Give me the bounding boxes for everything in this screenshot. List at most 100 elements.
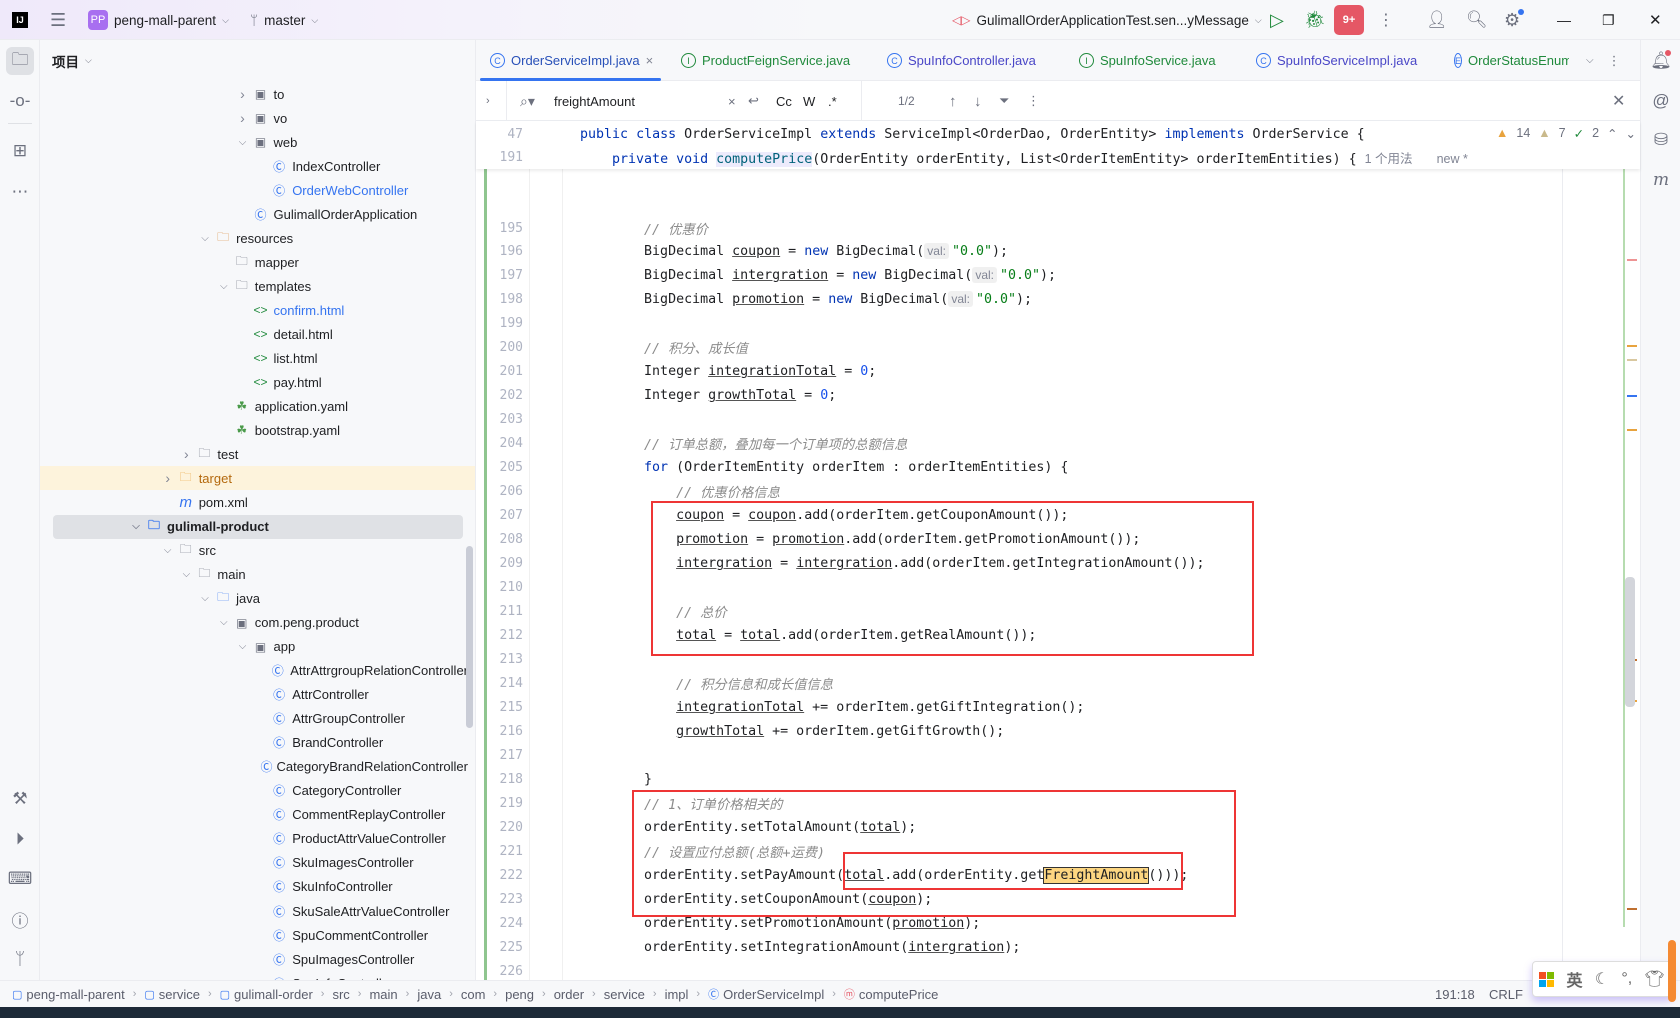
project-tool-button[interactable]: 🗀 [6, 47, 34, 75]
tree-item[interactable]: ⌵ 🗀 templates [40, 274, 468, 298]
ai-assistant-button[interactable]: @ [1647, 87, 1675, 115]
previous-match-button[interactable]: ↑ [949, 81, 957, 121]
ime-language-mode[interactable]: 英 [1566, 967, 1582, 991]
tree-item[interactable]: › ▣ vo [40, 106, 468, 130]
ime-toolbar[interactable]: 英 ☾ °, 👕︎ [1532, 961, 1672, 997]
tree-item[interactable]: ⌵ 🗀 main [40, 563, 468, 587]
tab-productfeignservice-java[interactable]: I ProductFeignService.java [681, 40, 850, 81]
tree-item[interactable]: Ⓒ IndexController [40, 154, 468, 178]
main-menu-button[interactable]: ☰ [50, 0, 66, 40]
close-tab-icon[interactable]: × [646, 53, 654, 68]
moon-icon[interactable]: ☾ [1595, 969, 1609, 989]
expand-replace-button[interactable]: › [486, 81, 490, 121]
chevron-down-icon[interactable]: ⌵ [196, 593, 214, 604]
tabs-dropdown-button[interactable]: ⌵ [1586, 55, 1594, 66]
git-tool-button[interactable]: ᛘ [6, 945, 34, 973]
more-actions-button[interactable]: ⋮ [1378, 0, 1394, 40]
close-window-button[interactable]: ✕ [1649, 0, 1662, 40]
breadcrumb-item[interactable]: com [461, 987, 486, 1002]
match-case-toggle[interactable]: Cc [776, 81, 792, 121]
chevron-right-icon[interactable]: › [177, 446, 195, 462]
terminal-tool-button[interactable]: ⌨ [6, 865, 34, 893]
tree-item[interactable]: Ⓒ GulimallOrderApplication [40, 202, 468, 226]
find-more-button[interactable]: ⋮ [1027, 81, 1040, 121]
find-input[interactable] [554, 81, 724, 121]
code-line[interactable]: 198 BigDecimal promotion = new BigDecima… [476, 288, 1640, 312]
tree-item[interactable]: ⌵ ▣ app [40, 635, 468, 659]
tree-item[interactable]: ⌵ 🗀 src [40, 539, 468, 563]
problems-tool-button[interactable]: ⓘ [6, 905, 34, 933]
tab-orderstatusenum[interactable]: E OrderStatusEnum [1454, 40, 1569, 81]
breadcrumb-item[interactable]: src [332, 987, 349, 1002]
code-line[interactable]: 200 // 积分、成长值 [476, 336, 1640, 360]
tree-item[interactable]: ☘ application.yaml [40, 394, 468, 418]
chevron-down-icon[interactable]: ⌵ [177, 569, 195, 580]
line-separator[interactable]: CRLF [1489, 987, 1523, 1002]
run-config-selector[interactable]: ◁▷ GulimallOrderApplicationTest.sen...yM… [952, 0, 1262, 40]
tree-item[interactable]: Ⓒ SpuCommentController [40, 923, 468, 947]
code-line[interactable]: 202 Integer growthTotal = 0; [476, 384, 1640, 408]
breadcrumb-item[interactable]: Ⓒ OrderServiceImpl [708, 986, 824, 1002]
code-line[interactable]: 196 BigDecimal coupon = new BigDecimal(v… [476, 240, 1640, 264]
tree-item[interactable]: ⌵ 🗀 resources [40, 226, 468, 250]
inlay-hint[interactable]: 1 个用法 [1365, 152, 1413, 166]
tree-item[interactable]: ⌵ ▣ web [40, 130, 468, 154]
structure-tool-button[interactable]: ⊞ [6, 137, 34, 165]
tree-item[interactable]: <> detail.html [40, 322, 468, 346]
tree-item[interactable]: Ⓒ SkuSaleAttrValueController [40, 899, 468, 923]
chevron-down-icon[interactable]: ⌵ [215, 281, 233, 292]
search-history-button[interactable]: ⌕▾ [520, 81, 535, 121]
editor-scrollbar[interactable] [1625, 577, 1635, 707]
chevron-down-icon[interactable]: ⌵ [159, 545, 177, 556]
tree-item[interactable]: Ⓒ AttrGroupController [40, 707, 468, 731]
code-line[interactable]: 216 growthTotal += orderItem.getGiftGrow… [476, 720, 1640, 744]
tab-orderserviceimpl-java[interactable]: C OrderServiceImpl.java × [480, 40, 662, 81]
tree-item[interactable]: Ⓒ AttrController [40, 683, 468, 707]
chevron-down-icon[interactable]: ⌵ [127, 521, 145, 532]
breadcrumb-item[interactable]: impl [665, 987, 689, 1002]
new-line-button[interactable]: ↩ [748, 81, 759, 121]
next-highlight-button[interactable]: ⌄ [1626, 126, 1636, 141]
tree-item[interactable]: <> confirm.html [40, 298, 468, 322]
search-everywhere-button[interactable]: 🔍︎ [1466, 0, 1488, 40]
error-stripe[interactable] [1623, 167, 1637, 980]
tree-item[interactable]: › 🗀 target [40, 466, 475, 491]
project-switcher[interactable]: PP peng-mall-parent ⌵ [88, 0, 229, 40]
code-line[interactable]: 204 // 订单总额，叠加每一个订单项的总额信息 [476, 432, 1640, 456]
tree-item[interactable]: Ⓒ SpuImagesController [40, 947, 468, 971]
tab-spuinfoserviceimpl-java[interactable]: C SpuInfoServiceImpl.java [1256, 40, 1417, 81]
tree-item[interactable]: ⌵ 🗀 java [40, 587, 468, 611]
database-button[interactable]: ⛁ [1647, 126, 1675, 154]
tab-spuinfoservice-java[interactable]: I SpuInfoService.java [1079, 40, 1216, 81]
code-line[interactable]: 218 } [476, 768, 1640, 792]
code-line[interactable]: 191 private void computePrice(OrderEntit… [476, 145, 1640, 169]
branch-switcher[interactable]: ᛘ master ⌵ [250, 0, 318, 40]
tree-item[interactable]: Ⓒ SkuImagesController [40, 851, 468, 875]
tree-item[interactable]: ⒸSpuInfoController [40, 971, 468, 980]
inspection-widget[interactable]: ▲ 14 ▲ 7 ✓ 2 ⌃ ⌄ [1496, 121, 1636, 145]
more-tools-button[interactable]: ⋯ [6, 178, 34, 206]
code-line[interactable]: 199 [476, 312, 1640, 336]
previous-highlight-button[interactable]: ⌃ [1607, 126, 1617, 141]
breadcrumb-item[interactable]: ▢ service [144, 987, 200, 1002]
tree-item[interactable]: ⌵ ▣ com.peng.product [40, 611, 468, 635]
chevron-down-icon[interactable]: ⌵ [234, 641, 252, 652]
tree-item[interactable]: ☘ bootstrap.yaml [40, 418, 468, 442]
code-line[interactable]: 205 for (OrderItemEntity orderItem : ord… [476, 456, 1640, 480]
settings-button[interactable]: ⚙ [1504, 0, 1524, 40]
tree-item[interactable]: ⌵ 🗀 gulimall-product [53, 514, 463, 539]
code-line[interactable]: 217 [476, 744, 1640, 768]
code-line[interactable]: 214 // 积分信息和成长值信息 [476, 672, 1640, 696]
caret-position[interactable]: 191:18 [1435, 987, 1475, 1002]
regex-toggle[interactable]: .* [828, 81, 837, 121]
chevron-down-icon[interactable]: ⌵ [234, 137, 252, 148]
code-line[interactable]: 226 [476, 960, 1640, 980]
code-with-me-button[interactable]: 👤︎ [1426, 0, 1448, 40]
tree-item[interactable]: Ⓒ OrderWebController [40, 178, 468, 202]
breadcrumb-item[interactable]: peng [505, 987, 534, 1002]
commit-tool-button[interactable]: -o- [6, 87, 34, 115]
run-button[interactable]: ▷ [1270, 0, 1284, 40]
tree-item[interactable]: › ▣ to [40, 82, 468, 106]
tree-item[interactable]: 🗀 mapper [40, 250, 468, 274]
tab-more-button[interactable]: ⋮ [1608, 53, 1621, 69]
